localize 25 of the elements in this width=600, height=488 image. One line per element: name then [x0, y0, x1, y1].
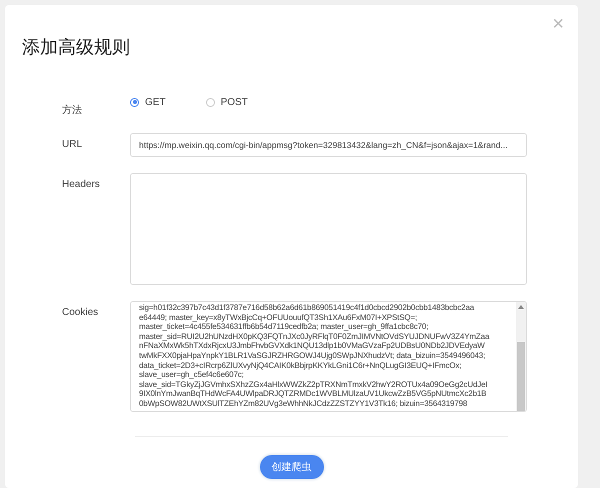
- cookies-text-area[interactable]: [130, 301, 527, 412]
- dialog-title: 添加高级规则: [22, 36, 130, 59]
- field-label: URL: [62, 138, 84, 150]
- cookie-text-line: nFNaXMxWk5hTXdxRjcxU3JmbFhvbGVXdk1NQU13dlp1b0VMaGVzaFp2UDBsU0NDb2JDVEdyaW: [139, 341, 485, 351]
- cookie-text-line: master_ticket=4c455fe534631ffb6b54d7119cedfb2a; master_user=gh_9ffa1cbc8c70;: [139, 322, 428, 332]
- field-label: Cookies: [62, 306, 100, 318]
- radio-option[interactable]: POST: [206, 96, 248, 108]
- cookie-text-line: twMkFXX0pjaHpaYnpkY1BLR1VaSGJRZHRGOWJ4Ujg0SWpJNXhudzVt; data_bizuin=3549496043;: [139, 350, 486, 361]
- cookie-text-line: e64449; master_key=x8yTWxBjcCq+OFUUouufQT3Sh1XAu6FxM07I+XPStSQ=;: [139, 312, 418, 322]
- radio-button[interactable]: [206, 98, 215, 106]
- cookie-text-line: sig=h01f32c397b7c43d1f3787e716d58b62a6d61b869051419c4f1d0cbcd2902b0cbb1483bcbc2aa: [139, 303, 474, 313]
- cookie-text-line: 0bWpSOW82UWtXSUlTZEhYZm82UVg3eWhhNkJCdzZZSTZYY1V3Tk16; bizuin=3564319798: [139, 398, 468, 409]
- cookie-text-line: master_sid=RUI2U2hUNzdHX0pKQ3FQTnJXc0JyRFlqT0F0ZmJIMVNtOVdSYUJDNUFwV3Z4YmZaa: [139, 332, 490, 342]
- cookie-text-line: slave_sid=TGkyZjJGVmhxSXhzZGx4aHlxWWZkZ2pTRXNmTmxkV2hwY2ROTUx4a09OeGg2cUdJeI: [139, 380, 488, 390]
- create-crawler-button[interactable]: 创建爬虫: [260, 455, 324, 479]
- cookie-text-line: 9IX0lnYmJwanBqTHdWcFA4UWlpaDRJQTZRMDc1WVBLMUlzaUV1UkcwZzB5VG5pNUtmcXc2b1B: [139, 389, 486, 399]
- field-label: 方法: [62, 104, 83, 117]
- radio-button[interactable]: [130, 98, 139, 106]
- field-label: Headers: [62, 178, 101, 190]
- radio-option[interactable]: GET: [130, 96, 166, 108]
- cookie-text-line: slave_user=gh_c5ef4c6e607c;: [139, 370, 244, 380]
- headers-text-area[interactable]: [130, 173, 527, 285]
- url-input-field[interactable]: https://mp.weixin.qq.com/cgi-bin/appmsg?token=329813432&lang=zh_CN&f=json&ajax=1&rand...: [130, 133, 527, 157]
- cookie-text-line: data_ticket=2D3+cIRcrp6ZlUXvyNjQ4CAIK0kBbjrpKKYkLGni1C6r+NnQLugGI3EUQ+IFmcOx;: [139, 360, 462, 370]
- scrollbar[interactable]: [516, 302, 526, 411]
